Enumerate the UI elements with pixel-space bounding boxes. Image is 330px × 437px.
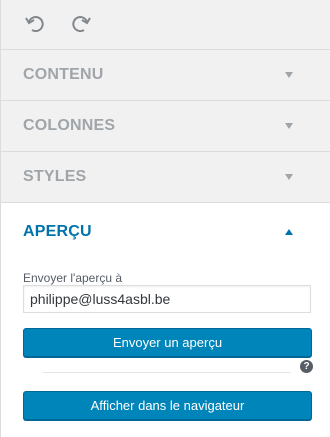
send-preview-button[interactable]: Envoyer un aperçu xyxy=(23,328,312,357)
section-styles[interactable]: STYLES xyxy=(1,152,330,203)
section-title: CONTENU xyxy=(23,66,104,83)
undo-button[interactable] xyxy=(21,10,51,38)
section-title: STYLES xyxy=(23,168,87,185)
editor-sidebar: CONTENU COLONNES STYLES APERÇU Envoyer l… xyxy=(0,0,330,437)
section-colonnes[interactable]: COLONNES xyxy=(1,101,330,152)
chevron-down-icon xyxy=(285,72,293,78)
section-contenu[interactable]: CONTENU xyxy=(1,50,330,101)
section-apercu[interactable]: APERÇU xyxy=(1,203,330,263)
chevron-down-icon xyxy=(285,123,293,129)
section-title: APERÇU xyxy=(23,223,92,240)
view-in-browser-button[interactable]: Afficher dans le navigateur xyxy=(23,391,312,420)
redo-icon xyxy=(72,16,91,33)
chevron-down-icon xyxy=(285,174,293,180)
divider xyxy=(43,372,291,373)
section-title: COLONNES xyxy=(23,117,116,134)
chevron-up-icon xyxy=(285,229,293,235)
help-icon[interactable]: ? xyxy=(300,360,313,373)
undo-icon xyxy=(25,16,44,33)
email-label: Envoyer l'aperçu à xyxy=(23,271,123,285)
history-toolbar xyxy=(1,0,330,50)
email-field[interactable] xyxy=(23,285,311,313)
redo-button[interactable] xyxy=(65,10,95,38)
preview-panel: Envoyer l'aperçu à Envoyer un aperçu ? A… xyxy=(1,263,330,437)
